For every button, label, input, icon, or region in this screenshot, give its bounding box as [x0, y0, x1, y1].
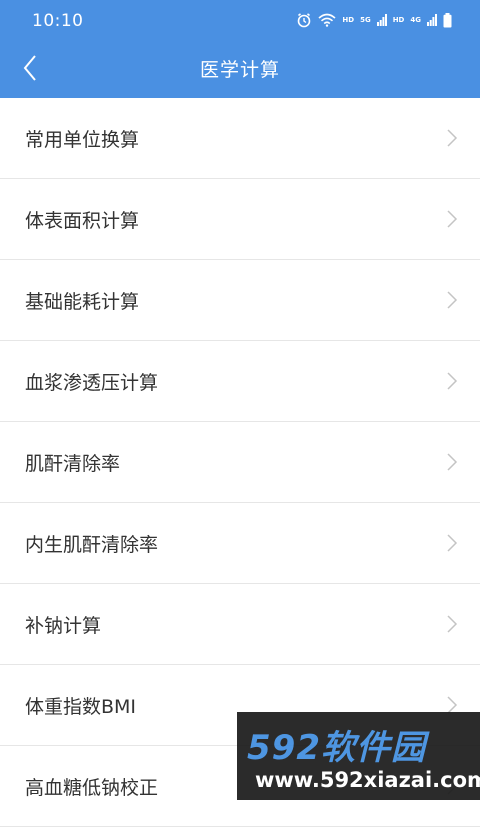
chevron-right-icon: [447, 372, 458, 390]
network-4g-label: 4G: [410, 16, 421, 24]
list-item-label: 血浆渗透压计算: [25, 372, 159, 394]
watermark-logo-text: 592软件园: [247, 728, 426, 768]
watermark: 592软件园 www.592xiazai.com: [237, 712, 480, 800]
list-item-label: 体重指数BMI: [25, 696, 137, 718]
status-icons: HD 5G HD 4G: [296, 12, 452, 28]
list-item-sodium-supplement[interactable]: 补钠计算: [0, 584, 480, 665]
list-item-body-surface-area[interactable]: 体表面积计算: [0, 179, 480, 260]
list-item-endogenous-creatinine-clearance[interactable]: 内生肌酐清除率: [0, 503, 480, 584]
hd-badge-2: HD: [392, 16, 405, 24]
list-item-creatinine-clearance[interactable]: 肌酐清除率: [0, 422, 480, 503]
list-item-label: 高血糖低钠校正: [25, 777, 159, 799]
list-item-label: 肌酐清除率: [25, 453, 121, 475]
list-item-label: 常用单位换算: [25, 129, 140, 151]
page-title: 医学计算: [199, 59, 280, 81]
alarm-icon: [298, 13, 311, 28]
chevron-right-icon: [447, 129, 458, 147]
status-time: 10:10: [32, 11, 84, 31]
list-item-label: 补钠计算: [25, 615, 102, 637]
list-item-basal-energy[interactable]: 基础能耗计算: [0, 260, 480, 341]
signal-icon-2: [427, 14, 437, 26]
network-5g-label: 5G: [360, 16, 371, 24]
status-bar: 10:10 HD 5G HD 4G: [0, 0, 480, 42]
list-item-label: 内生肌酐清除率: [25, 534, 159, 556]
list-item-label: 体表面积计算: [25, 210, 140, 232]
chevron-right-icon: [447, 615, 458, 633]
list-item-unit-conversion[interactable]: 常用单位换算: [0, 98, 480, 179]
chevron-right-icon: [447, 534, 458, 552]
hd-badge: HD: [342, 16, 355, 24]
list-item-plasma-osmolality[interactable]: 血浆渗透压计算: [0, 341, 480, 422]
chevron-right-icon: [447, 453, 458, 471]
battery-icon: [443, 12, 452, 27]
chevron-right-icon: [447, 210, 458, 228]
wifi-icon: [318, 13, 336, 27]
chevron-right-icon: [447, 291, 458, 309]
watermark-url: www.592xiazai.com: [255, 768, 480, 792]
list-item-label: 基础能耗计算: [25, 291, 140, 313]
signal-icon: [376, 14, 387, 26]
app-header: 医学计算: [0, 42, 480, 98]
